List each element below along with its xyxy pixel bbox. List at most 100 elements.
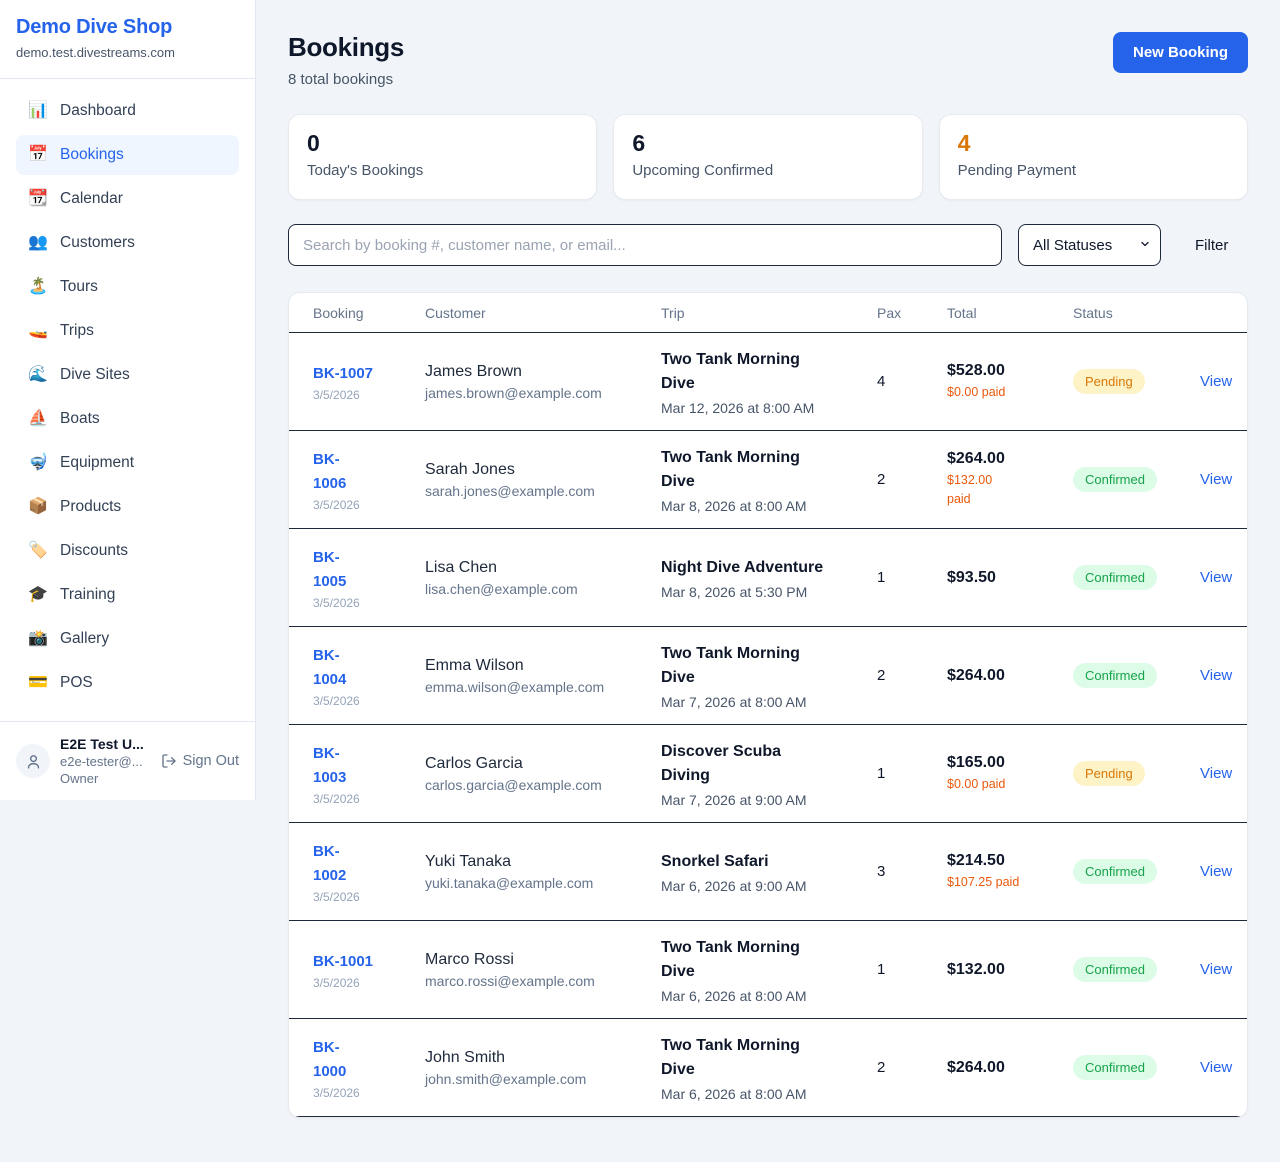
trip-cell: Two Tank Morning Dive Mar 12, 2026 at 8:… [661,348,877,416]
pax-value: 2 [877,1059,947,1076]
sidebar-nav: 📊 Dashboard 📅 Bookings 📆 Calendar 👥 Cust… [0,79,255,721]
trip-cell: Discover Scuba Diving Mar 7, 2026 at 9:0… [661,740,877,808]
table-row: BK-1007 3/5/2026 James Brown james.brown… [289,333,1247,431]
booking-number-link[interactable]: BK- 1000 [313,1036,346,1084]
trip-name: Two Tank Morning Dive [661,936,877,984]
actions-cell: View [1200,569,1232,587]
booking-cell: BK- 1006 3/5/2026 [313,448,425,512]
customer-name: Yuki Tanaka [425,853,661,871]
sidebar-item-dive-sites[interactable]: 🌊 Dive Sites [16,355,239,395]
actions-cell: View [1200,471,1232,489]
user-name: E2E Test U... [60,736,144,752]
sidebar-item-boats[interactable]: ⛵ Boats [16,399,239,439]
actions-cell: View [1200,373,1232,391]
sidebar-item-calendar[interactable]: 📆 Calendar [16,179,239,219]
status-filter-select[interactable]: All Statuses [1018,224,1161,266]
status-cell: Confirmed [1073,957,1200,982]
booking-date: 3/5/2026 [313,890,425,904]
sidebar-item-dashboard[interactable]: 📊 Dashboard [16,91,239,131]
trip-datetime: Mar 8, 2026 at 5:30 PM [661,584,877,600]
logo-block: Demo Dive Shop demo.test.divestreams.com [0,0,255,79]
customer-name: Lisa Chen [425,559,661,577]
customer-name: Sarah Jones [425,461,661,479]
booking-number-link[interactable]: BK- 1002 [313,840,346,888]
booking-number-link[interactable]: BK- 1005 [313,546,346,594]
sailboat-icon: ⛵ [28,411,48,427]
user-block: E2E Test U... e2e-tester@... Owner Sign … [0,721,255,800]
sidebar-item-label: Discounts [60,542,128,560]
status-badge: Pending [1073,761,1145,786]
filter-button[interactable]: Filter [1195,237,1228,254]
booking-number-link[interactable]: BK-1001 [313,950,373,974]
view-link[interactable]: View [1200,667,1232,684]
sidebar-item-equipment[interactable]: 🤿 Equipment [16,443,239,483]
customer-cell: Emma Wilson emma.wilson@example.com [425,657,661,695]
customer-email: marco.rossi@example.com [425,973,661,989]
camera-icon: 📸 [28,631,48,647]
column-header-total: Total [947,305,1073,321]
view-link[interactable]: View [1200,471,1232,488]
actions-cell: View [1200,765,1232,783]
booking-date: 3/5/2026 [313,694,425,708]
stat-value: 0 [307,130,578,157]
sidebar-item-label: Bookings [60,146,124,164]
trip-datetime: Mar 12, 2026 at 8:00 AM [661,400,877,416]
booking-cell: BK- 1002 3/5/2026 [313,840,425,904]
customer-email: carlos.garcia@example.com [425,777,661,793]
customer-name: John Smith [425,1049,661,1067]
booking-number-link[interactable]: BK- 1004 [313,644,346,692]
total-amount: $528.00 [947,362,1073,380]
paid-amount: $132.00 paid [947,471,1073,509]
sidebar-item-tours[interactable]: 🏝️ Tours [16,267,239,307]
booking-cell: BK-1007 3/5/2026 [313,362,425,402]
sign-out-button[interactable]: Sign Out [161,753,239,769]
sidebar-item-trips[interactable]: 🚤 Trips [16,311,239,351]
customer-name: Emma Wilson [425,657,661,675]
sidebar-item-label: POS [60,674,93,692]
speedboat-icon: 🚤 [28,323,48,339]
customer-email: sarah.jones@example.com [425,483,661,499]
view-link[interactable]: View [1200,1059,1232,1076]
table-row: BK- 1006 3/5/2026 Sarah Jones sarah.jone… [289,431,1247,529]
customer-email: lisa.chen@example.com [425,581,661,597]
search-input[interactable] [288,224,1002,266]
total-cell: $528.00 $0.00 paid [947,362,1073,402]
user-email: e2e-tester@... [60,754,144,769]
paid-amount: $107.25 paid [947,873,1073,892]
new-booking-button[interactable]: New Booking [1113,32,1248,73]
sidebar-item-customers[interactable]: 👥 Customers [16,223,239,263]
booking-number-link[interactable]: BK- 1003 [313,742,346,790]
booking-number-link[interactable]: BK- 1006 [313,448,346,496]
view-link[interactable]: View [1200,569,1232,586]
view-link[interactable]: View [1200,863,1232,880]
sidebar-item-bookings[interactable]: 📅 Bookings [16,135,239,175]
sidebar-item-training[interactable]: 🎓 Training [16,575,239,615]
sidebar-item-discounts[interactable]: 🏷️ Discounts [16,531,239,571]
trip-name: Discover Scuba Diving [661,740,877,788]
total-amount: $264.00 [947,667,1073,685]
booking-date: 3/5/2026 [313,1086,425,1100]
total-cell: $165.00 $0.00 paid [947,754,1073,794]
sidebar-item-pos[interactable]: 💳 POS [16,663,239,703]
view-link[interactable]: View [1200,765,1232,782]
customer-email: james.brown@example.com [425,385,661,401]
booking-number-link[interactable]: BK-1007 [313,362,373,386]
status-badge: Confirmed [1073,663,1157,688]
island-icon: 🏝️ [28,279,48,295]
view-link[interactable]: View [1200,373,1232,390]
page-header: Bookings 8 total bookings New Booking [288,32,1248,88]
status-badge: Confirmed [1073,859,1157,884]
paid-amount: $0.00 paid [947,383,1073,402]
booking-cell: BK- 1000 3/5/2026 [313,1036,425,1100]
sidebar-item-gallery[interactable]: 📸 Gallery [16,619,239,659]
sidebar-item-label: Calendar [60,190,123,208]
customer-cell: Carlos Garcia carlos.garcia@example.com [425,755,661,793]
view-link[interactable]: View [1200,961,1232,978]
sidebar-item-products[interactable]: 📦 Products [16,487,239,527]
user-role: Owner [60,771,144,786]
pax-value: 4 [877,373,947,390]
table-row: BK- 1005 3/5/2026 Lisa Chen lisa.chen@ex… [289,529,1247,627]
status-cell: Pending [1073,761,1200,786]
status-cell: Confirmed [1073,859,1200,884]
sidebar-item-label: Products [60,498,121,516]
